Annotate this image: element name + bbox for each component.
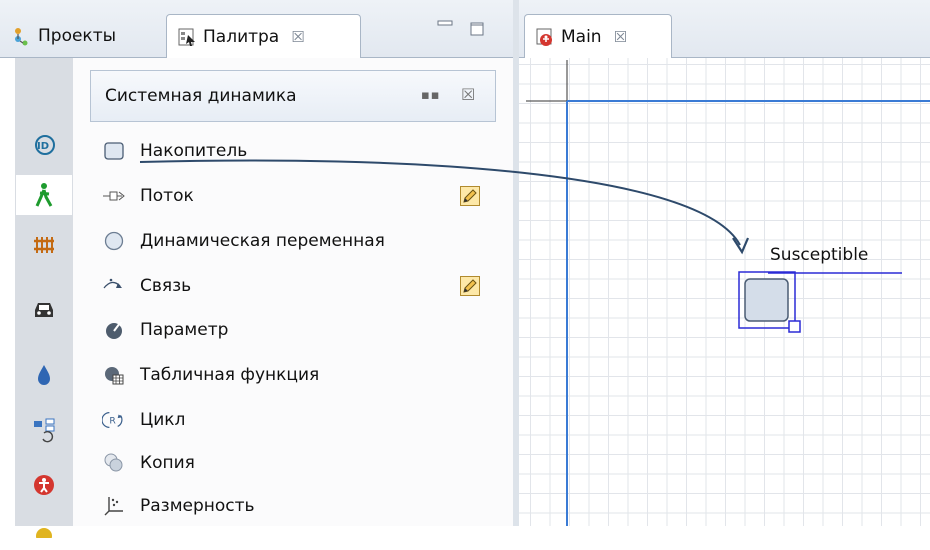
drag-arrow-head [732,237,750,255]
stock-element [744,278,789,322]
element-label[interactable]: Susceptible [770,245,868,265]
resize-handle [788,320,801,333]
drag-arrow-path [139,159,741,246]
